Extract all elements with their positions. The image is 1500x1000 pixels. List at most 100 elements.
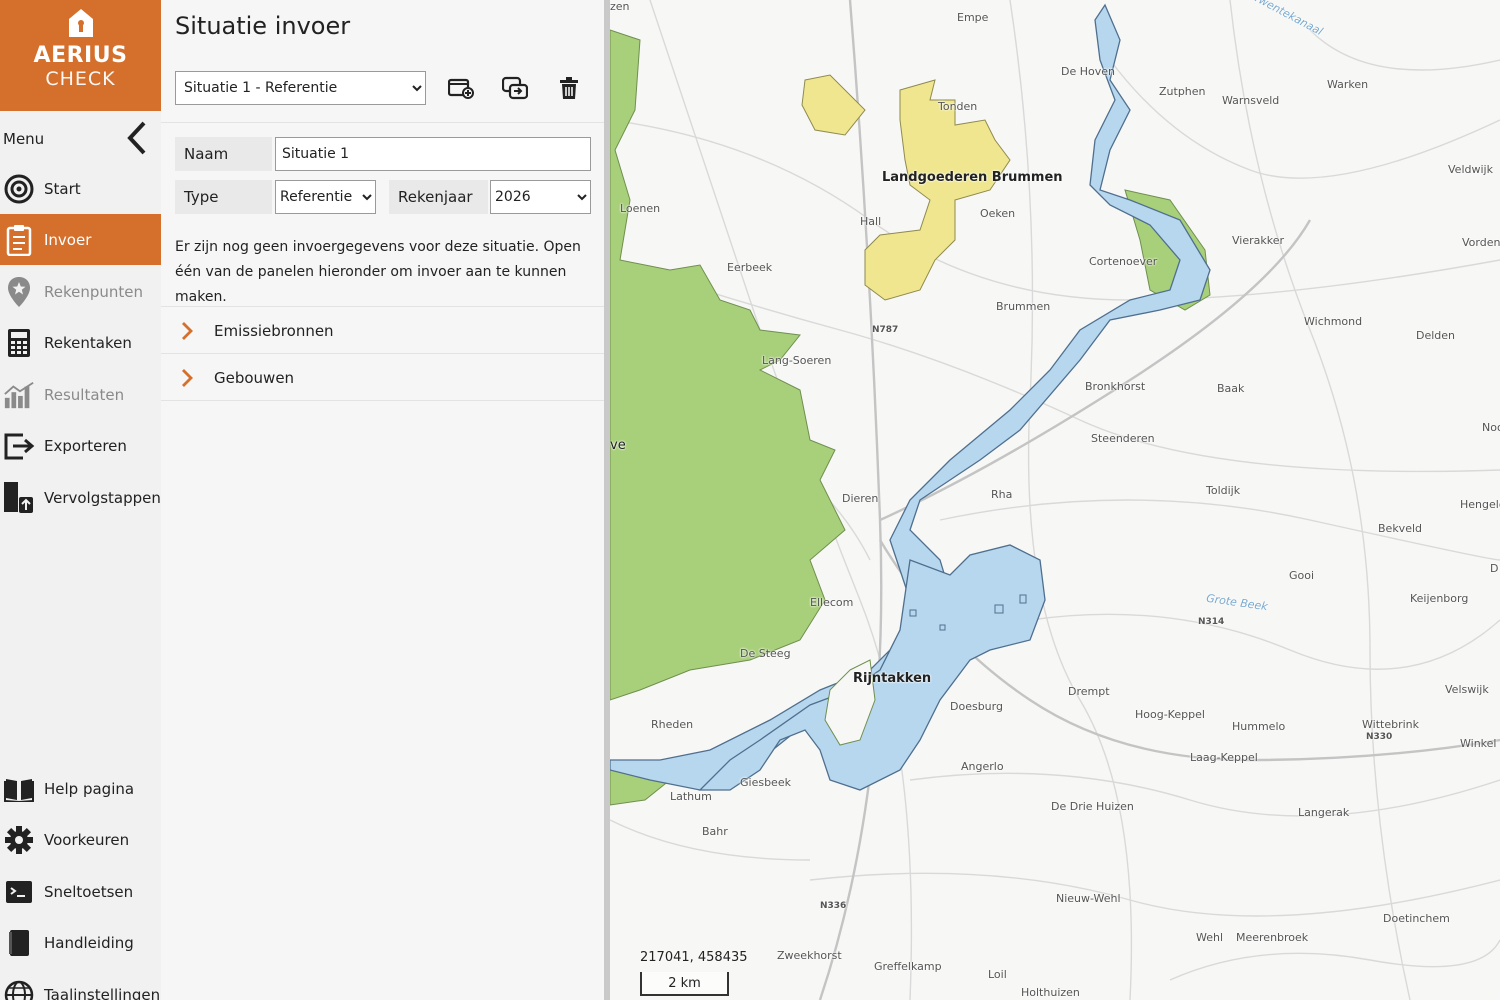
name-label: Naam xyxy=(175,137,272,171)
map-canvas[interactable] xyxy=(610,0,1500,1000)
map-place-label: Warnsveld xyxy=(1222,94,1280,107)
app-logo[interactable]: AERIUS CHECK xyxy=(0,0,161,111)
nav-item-rekenpunten[interactable]: Rekenpunten xyxy=(0,266,161,317)
divider xyxy=(161,306,605,307)
map-place-label: Tonden xyxy=(938,100,978,113)
keyboard-icon xyxy=(3,876,35,908)
nav-item-sneltoetsen[interactable]: Sneltoetsen xyxy=(0,866,161,917)
nav-label: Sneltoetsen xyxy=(44,882,134,901)
map-place-label: Eerbeek xyxy=(727,261,773,274)
nav-label: Taalinstellingen xyxy=(44,985,161,1000)
map-place-label: Greffelkamp xyxy=(874,960,942,973)
map-place-label: Loil xyxy=(988,968,1007,981)
map-place-label: Rha xyxy=(991,488,1013,501)
sidebar: AERIUS CHECK Menu Start Invoer Rekenpunt… xyxy=(0,0,161,1000)
delete-situation-button[interactable] xyxy=(555,74,583,102)
map-road-label: N787 xyxy=(872,325,899,335)
scenario-select[interactable]: Situatie 1 - Referentie xyxy=(175,71,426,105)
nav-item-taalinstellingen[interactable]: Taalinstellingen xyxy=(0,969,161,1000)
accordion-label: Gebouwen xyxy=(214,369,295,387)
divider xyxy=(161,122,605,123)
nav-item-start[interactable]: Start xyxy=(0,163,161,214)
name-field[interactable] xyxy=(275,137,591,171)
map-place-label: Dieren xyxy=(842,492,879,505)
map-area-label: Landgoederen Brummen xyxy=(882,170,1063,185)
collapse-menu-button[interactable] xyxy=(122,120,152,156)
nav-item-resultaten[interactable]: Resultaten xyxy=(0,369,161,420)
logo-title: AERIUS xyxy=(33,43,128,68)
map-road-label: N314 xyxy=(1198,617,1225,627)
nav-label: Invoer xyxy=(44,230,92,249)
chevron-left-icon xyxy=(127,121,146,155)
map-place-label: Veldwijk xyxy=(1448,163,1493,176)
nav-item-exporteren[interactable]: Exporteren xyxy=(0,420,161,471)
nav-item-vervolgstappen[interactable]: Vervolgstappen xyxy=(0,472,161,523)
gear-icon xyxy=(3,824,35,856)
add-situation-button[interactable] xyxy=(447,74,475,102)
nav-item-rekentaken[interactable]: Rekentaken xyxy=(0,317,161,368)
chart-icon xyxy=(3,379,35,411)
map-place-label: Delden xyxy=(1416,329,1456,342)
map-place-label: Steenderen xyxy=(1091,432,1155,445)
accordion-emissiebronnen[interactable]: Emissiebronnen xyxy=(161,308,605,354)
map-place-label: De Hoven xyxy=(1061,65,1115,78)
map-place-label: Doesburg xyxy=(950,700,1003,713)
map-place-label: Doetinchem xyxy=(1383,912,1450,925)
map-place-label: Keijenborg xyxy=(1410,592,1469,605)
map-place-label: Holthuizen xyxy=(1021,986,1080,999)
estate-area-landgoederen xyxy=(864,79,1011,301)
menu-label: Menu xyxy=(3,130,45,148)
map-place-label: Vierakker xyxy=(1232,234,1285,247)
page-title: Situatie invoer xyxy=(175,12,351,40)
map-place-label: Warken xyxy=(1327,78,1369,91)
map-place-label: Giesbeek xyxy=(740,776,791,789)
map-place-label: Wichmond xyxy=(1304,315,1363,328)
nav-item-help[interactable]: Help pagina xyxy=(0,763,161,814)
manual-icon xyxy=(3,927,35,959)
export-icon xyxy=(3,430,35,462)
map-place-label: Hall xyxy=(860,215,882,228)
accordion-gebouwen[interactable]: Gebouwen xyxy=(161,355,605,401)
map-place-label: Angerlo xyxy=(961,760,1004,773)
next-steps-icon xyxy=(3,481,35,514)
map-place-label: Rheden xyxy=(651,718,694,731)
map-place-label: Empe xyxy=(957,11,989,24)
map-place-label: De Drie Huizen xyxy=(1051,800,1134,813)
copy-situation-button[interactable] xyxy=(501,74,529,102)
nav-label: Voorkeuren xyxy=(44,830,130,849)
map-place-label: Brummen xyxy=(996,300,1051,313)
chevron-right-icon xyxy=(182,322,193,340)
map-place-label: Nieuw-Wehl xyxy=(1056,892,1121,905)
map-place-label: Vorden xyxy=(1462,236,1500,249)
nav-label: Help pagina xyxy=(44,779,135,798)
map-place-label: Winkel xyxy=(1460,737,1497,750)
map-place-label: Toldijk xyxy=(1206,484,1241,497)
map-place-label: Drempt xyxy=(1068,685,1110,698)
nav-item-invoer[interactable]: Invoer xyxy=(0,214,161,265)
map-place-label: De Steeg xyxy=(740,647,791,660)
situation-panel: Situatie invoer Situatie 1 - Referentie … xyxy=(161,0,605,1000)
target-icon xyxy=(3,173,35,205)
nav-label: Rekenpunten xyxy=(44,282,144,301)
nav-item-voorkeuren[interactable]: Voorkeuren xyxy=(0,814,161,865)
nav-item-handleiding[interactable]: Handleiding xyxy=(0,917,161,968)
add-window-icon xyxy=(448,78,474,99)
map-place-label: Zweekhorst xyxy=(777,949,842,962)
nav-label: Resultaten xyxy=(44,385,125,404)
year-select[interactable]: 2026 xyxy=(490,180,591,214)
copy-icon xyxy=(502,76,528,100)
map-place-label: Bekveld xyxy=(1378,522,1422,535)
map-view[interactable]: Landgoederen Brummen Rijntakken Empe De … xyxy=(610,0,1500,1000)
map-place-label: Noo xyxy=(1482,421,1500,434)
map-place-label: Ellecom xyxy=(810,596,854,609)
chevron-right-icon xyxy=(182,369,193,387)
type-select[interactable]: Referentie xyxy=(275,180,376,214)
map-road-label: N330 xyxy=(1366,732,1393,742)
menu-header: Menu xyxy=(0,118,161,158)
map-place-label: Laag-Keppel xyxy=(1190,751,1258,764)
nav-label: Vervolgstappen xyxy=(44,488,161,507)
map-place-label: Loenen xyxy=(620,202,661,215)
logo-house-icon xyxy=(68,9,93,37)
map-area-label: Rijntakken xyxy=(853,671,932,686)
info-message: Er zijn nog geen invoergegevens voor dez… xyxy=(175,239,581,305)
